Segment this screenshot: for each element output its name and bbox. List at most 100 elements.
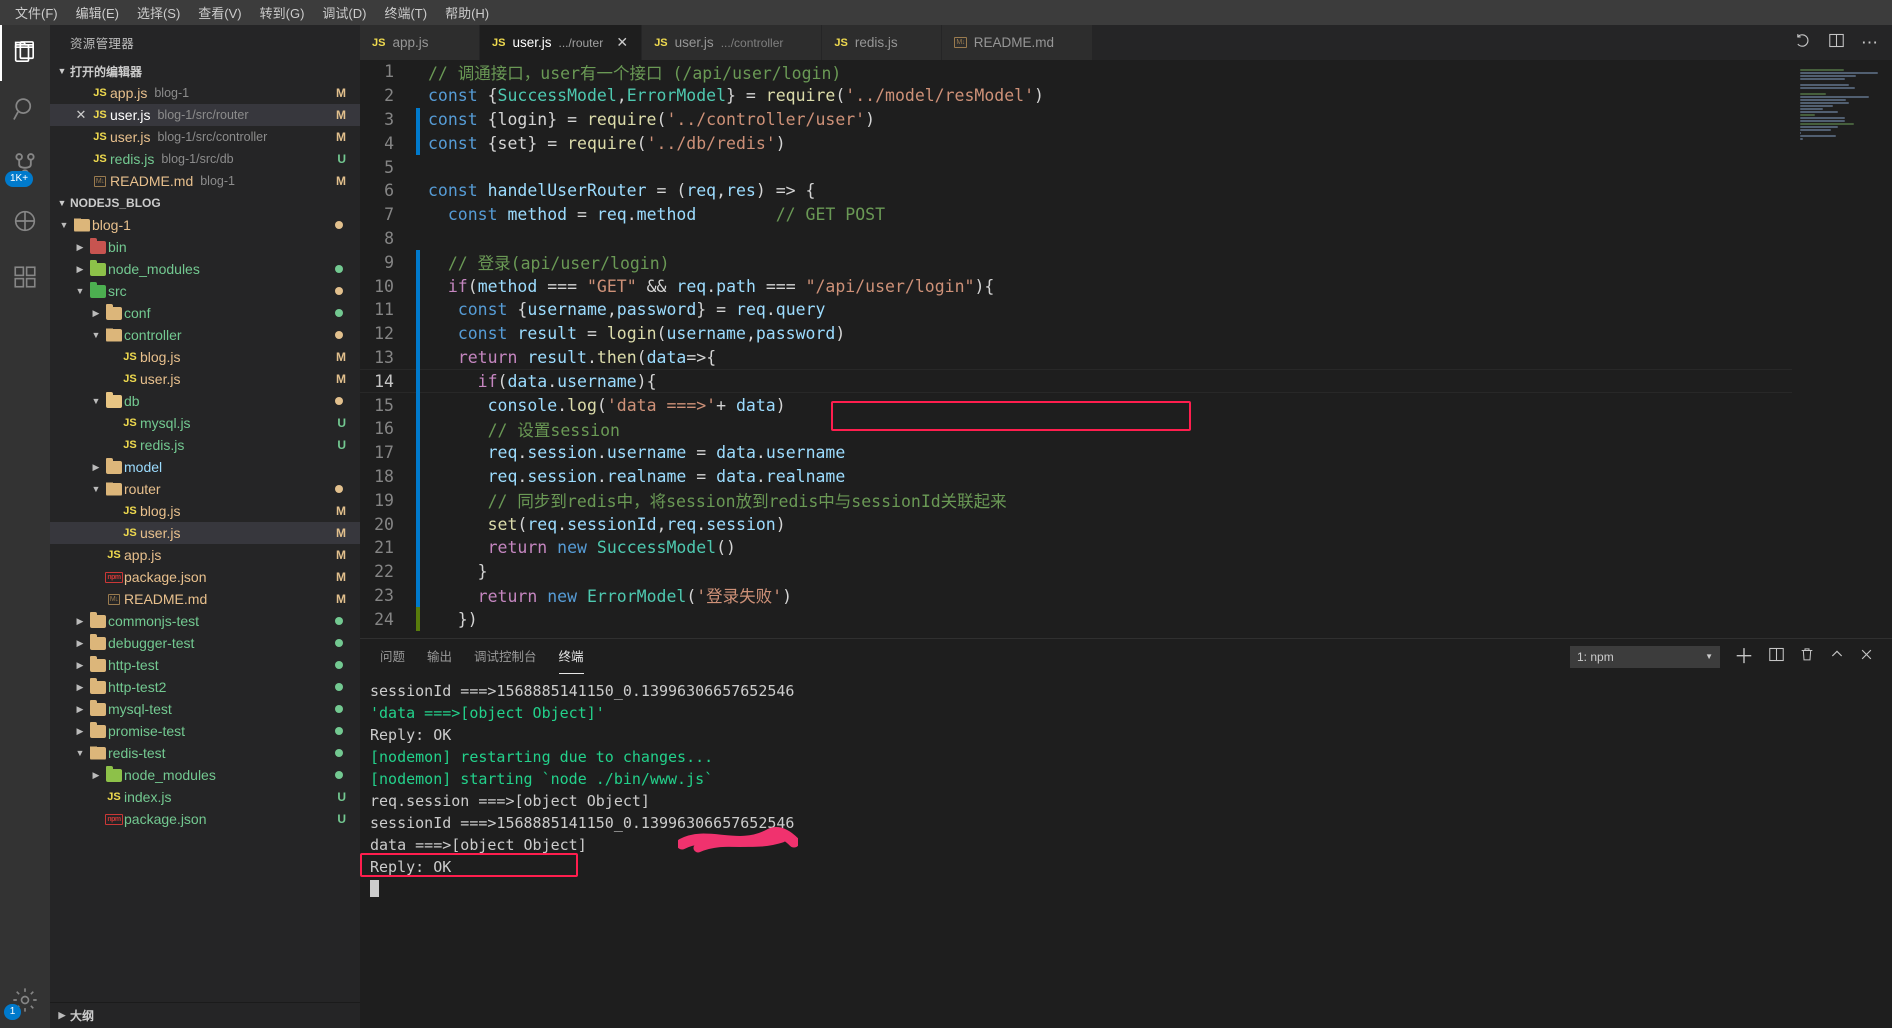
code-line[interactable]: 1 // 调通接口，user有一个接口 (/api/user/login)	[360, 60, 1792, 84]
file-tree-item[interactable]: ▶npmpackage.json M	[50, 566, 360, 588]
code-line[interactable]: 15 console.log('data ===>'+ data)	[360, 393, 1792, 417]
panel-tab[interactable]: 终端	[558, 646, 584, 674]
chevron-right-icon[interactable]: ▶	[72, 242, 88, 253]
maximize-panel-icon[interactable]	[1829, 646, 1845, 667]
file-tree-item[interactable]: ▶M↓README.md M	[50, 588, 360, 610]
chevron-down-icon[interactable]: ▼	[72, 286, 88, 296]
menu-item-7[interactable]: 帮助(H)	[436, 1, 498, 24]
file-tree-item[interactable]: ▶JSindex.js U	[50, 786, 360, 808]
code-line[interactable]: 16 // 设置session	[360, 416, 1792, 441]
activitybar-explorer[interactable]	[0, 25, 50, 81]
code-line[interactable]: 10 if(method === "GET" && req.path === "…	[360, 274, 1792, 298]
editor-tab[interactable]: JS user.js .../router ✕	[480, 25, 643, 60]
file-tree-item[interactable]: ▶ node_modules	[50, 258, 360, 280]
editor-viewport[interactable]: 1 // 调通接口，user有一个接口 (/api/user/login) 2 con…	[360, 60, 1892, 638]
file-tree-item[interactable]: ▶JSapp.js M	[50, 544, 360, 566]
activitybar-source-control[interactable]: 1K+	[0, 137, 50, 193]
chevron-right-icon[interactable]: ▶	[72, 726, 88, 737]
chevron-down-icon[interactable]: ▼	[56, 220, 72, 230]
file-tree-item[interactable]: ▶ http-test	[50, 654, 360, 676]
code-line[interactable]: 4 const {set} = require('../db/redis')	[360, 131, 1792, 156]
code-line[interactable]: 11 const {username,password} = req.query	[360, 297, 1792, 322]
file-tree-item[interactable]: ▶ bin	[50, 236, 360, 258]
chevron-down-icon[interactable]: ▼	[72, 748, 88, 758]
chevron-down-icon[interactable]: ▼	[88, 396, 104, 406]
chevron-right-icon[interactable]: ▶	[88, 462, 104, 473]
editor-tab[interactable]: JS redis.js ✕	[822, 25, 943, 60]
kill-terminal-icon[interactable]	[1799, 646, 1815, 668]
code-line[interactable]: 2 const {SuccessModel,ErrorModel} = requi…	[360, 84, 1792, 108]
file-tree-item[interactable]: ▶JSuser.js M	[50, 368, 360, 390]
outline-section[interactable]: ▶ 大纲	[50, 1002, 360, 1028]
terminal-select[interactable]: 1: npm ▼	[1570, 645, 1720, 668]
activitybar-search[interactable]	[0, 81, 50, 137]
file-tree-item[interactable]: ▼ router	[50, 478, 360, 500]
file-tree-item[interactable]: ▶JSblog.js M	[50, 500, 360, 522]
file-tree-item[interactable]: ▶JSredis.js U	[50, 434, 360, 456]
close-icon[interactable]: ✕	[72, 107, 90, 123]
chevron-right-icon[interactable]: ▶	[72, 682, 88, 693]
code-line[interactable]: 18 req.session.realname = data.realname	[360, 464, 1792, 489]
code-line[interactable]: 9 // 登录(api/user/login)	[360, 250, 1792, 275]
code-line[interactable]: 12 const result = login(username,passwor…	[360, 321, 1792, 346]
file-tree-item[interactable]: ▼ redis-test	[50, 742, 360, 764]
file-tree-item[interactable]: ▶ debugger-test	[50, 632, 360, 654]
code-line[interactable]: 3 const {login} = require('../controller/…	[360, 107, 1792, 132]
file-tree-item[interactable]: ▶npmpackage.json U	[50, 808, 360, 830]
menu-item-3[interactable]: 查看(V)	[189, 1, 250, 24]
terminal-output[interactable]: sessionId ===>1568885141150_0.1399630665…	[360, 674, 1892, 1028]
code-line[interactable]: 6 const handelUserRouter = (req,res) => {	[360, 179, 1792, 203]
open-editor-item[interactable]: ✕JSuser.js blog-1/src/controller M	[50, 126, 360, 148]
chevron-right-icon[interactable]: ▶	[72, 616, 88, 627]
code-line[interactable]: 8	[360, 227, 1792, 251]
file-tree-item[interactable]: ▶JSuser.js M	[50, 522, 360, 544]
menu-item-5[interactable]: 调试(D)	[313, 1, 375, 24]
more-actions-icon[interactable]: ⋯	[1861, 34, 1878, 51]
menu-item-2[interactable]: 选择(S)	[128, 1, 189, 24]
editor-tab[interactable]: JS app.js ✕	[360, 25, 480, 60]
chevron-right-icon[interactable]: ▶	[72, 264, 88, 275]
file-tree-item[interactable]: ▼ blog-1	[50, 214, 360, 236]
file-tree-item[interactable]: ▶ http-test2	[50, 676, 360, 698]
code-line[interactable]: 7 const method = req.method // GET POST	[360, 203, 1792, 227]
activitybar-debug[interactable]	[0, 193, 50, 249]
file-tree-item[interactable]: ▶ commonjs-test	[50, 610, 360, 632]
code-line[interactable]: 17 req.session.username = data.username	[360, 440, 1792, 465]
chevron-right-icon[interactable]: ▶	[72, 660, 88, 671]
menu-item-6[interactable]: 终端(T)	[375, 1, 436, 24]
activitybar-extensions[interactable]	[0, 249, 50, 305]
activitybar-settings[interactable]: 1	[0, 972, 50, 1028]
code-line[interactable]: 20 set(req.sessionId,req.session)	[360, 512, 1792, 536]
new-terminal-icon[interactable]: ＋	[1734, 647, 1754, 667]
editor-tab[interactable]: M↓ README.md ✕	[942, 25, 1093, 60]
open-editor-item[interactable]: ✕JSredis.js blog-1/src/db U	[50, 148, 360, 170]
file-tree-item[interactable]: ▶ mysql-test	[50, 698, 360, 720]
code-line[interactable]: 21 return new SuccessModel()	[360, 535, 1792, 560]
workspace-header[interactable]: ▼ NODEJS_BLOG	[50, 192, 360, 214]
menu-item-4[interactable]: 转到(G)	[251, 1, 314, 24]
code-line[interactable]: 24 })	[360, 607, 1792, 632]
file-tree-item[interactable]: ▼ db	[50, 390, 360, 412]
run-icon[interactable]	[1795, 32, 1812, 54]
chevron-right-icon[interactable]: ▶	[88, 308, 104, 319]
chevron-right-icon[interactable]: ▶	[72, 638, 88, 649]
file-tree-item[interactable]: ▶ conf	[50, 302, 360, 324]
code-line[interactable]: 23 return new ErrorModel('登录失败')	[360, 583, 1792, 608]
code-canvas[interactable]: 1 // 调通接口，user有一个接口 (/api/user/login) 2 con…	[360, 60, 1792, 638]
file-tree-item[interactable]: ▼ src	[50, 280, 360, 302]
open-editors-header[interactable]: ▼ 打开的编辑器	[50, 60, 360, 82]
editor-tab[interactable]: JS user.js .../controller ✕	[642, 25, 823, 60]
menu-item-0[interactable]: 文件(F)	[6, 1, 67, 24]
panel-tab[interactable]: 输出	[427, 646, 452, 668]
code-line[interactable]: 22 }	[360, 559, 1792, 584]
open-editor-item[interactable]: ✕M↓README.md blog-1 M	[50, 170, 360, 192]
open-editor-item[interactable]: ✕ JS user.js blog-1/src/router M	[50, 104, 360, 126]
panel-tab[interactable]: 问题	[380, 646, 405, 668]
panel-tab[interactable]: 调试控制台	[474, 646, 537, 668]
code-line[interactable]: 13 return result.then(data=>{	[360, 345, 1792, 370]
file-tree-item[interactable]: ▶JSblog.js M	[50, 346, 360, 368]
code-line[interactable]: 14 if(data.username){	[360, 369, 1792, 394]
chevron-right-icon[interactable]: ▶	[72, 704, 88, 715]
open-editor-item[interactable]: ✕JSapp.js blog-1 M	[50, 82, 360, 104]
file-tree-item[interactable]: ▶JSmysql.js U	[50, 412, 360, 434]
